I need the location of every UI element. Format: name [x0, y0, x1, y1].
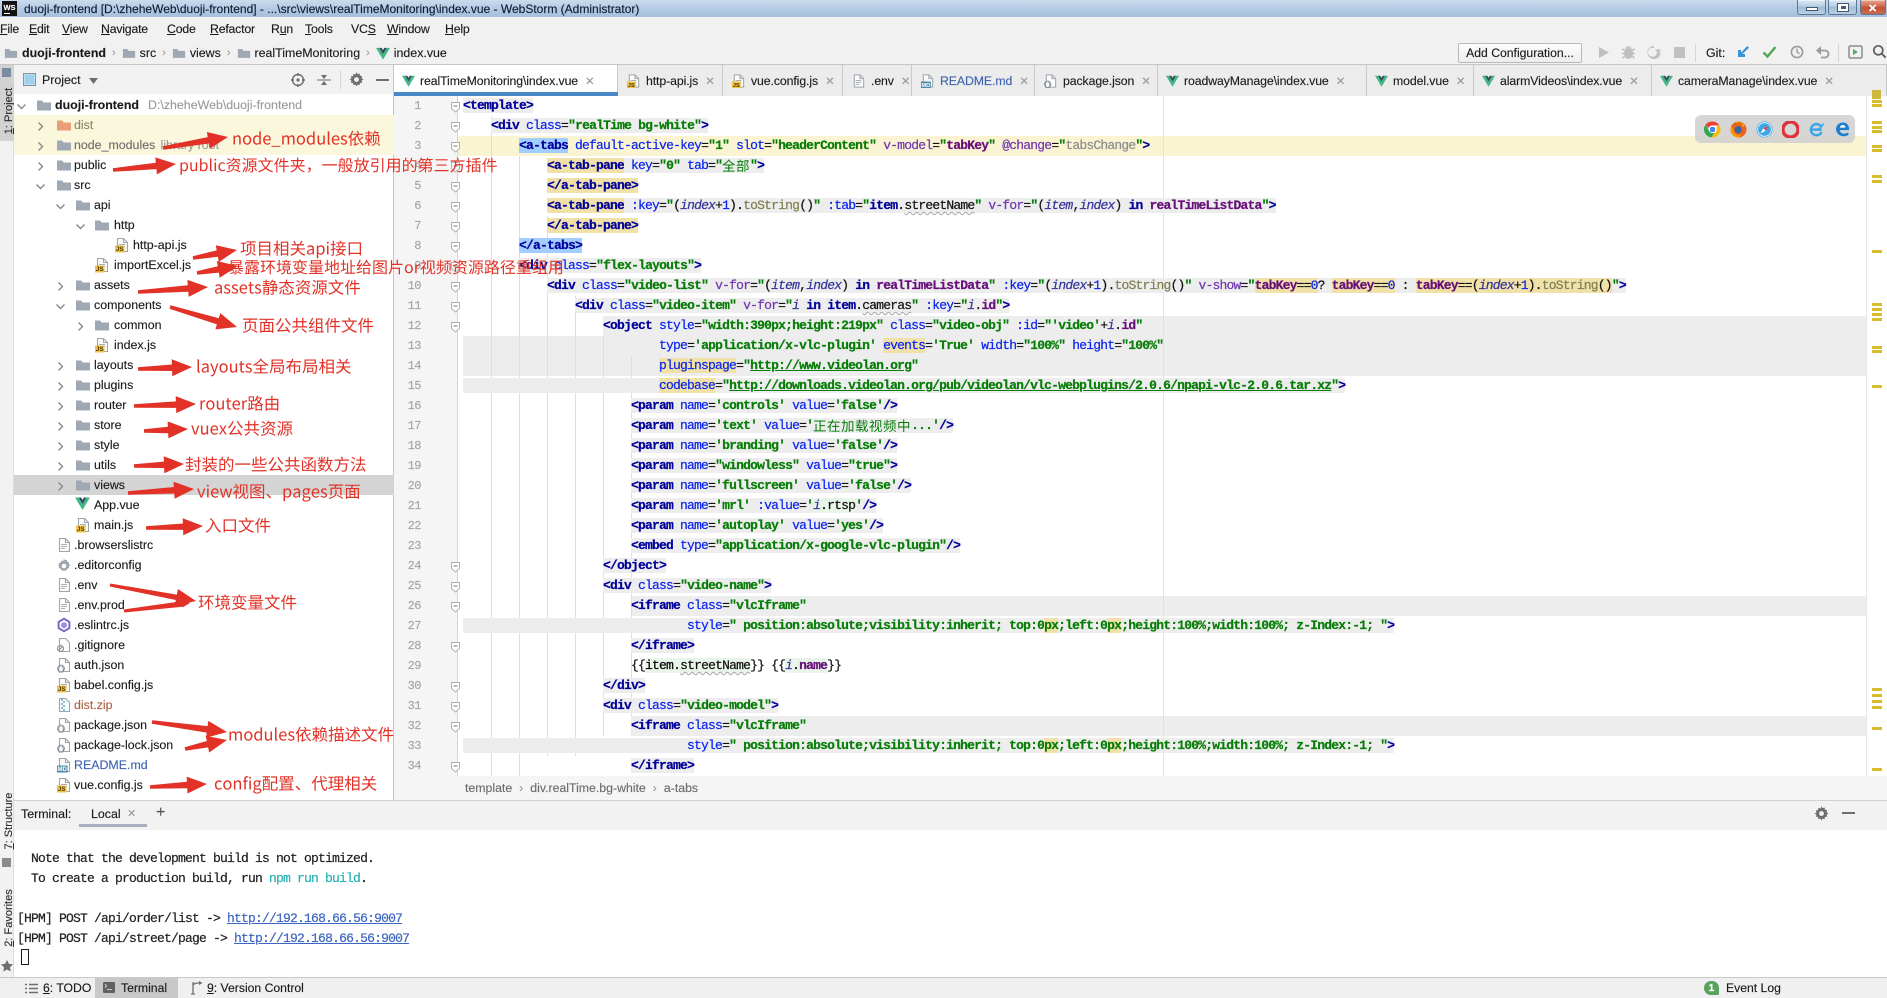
svg-text:{}: {} — [1044, 81, 1051, 88]
svg-text:{}: {} — [57, 746, 65, 753]
svg-text:MD: MD — [921, 82, 930, 88]
svg-text:JS: JS — [77, 526, 85, 533]
svg-text:JS: JS — [58, 786, 66, 793]
svg-text:MD: MD — [58, 767, 68, 773]
svg-text:{}: {} — [57, 726, 65, 733]
svg-text:JS: JS — [96, 266, 104, 273]
svg-text:JS: JS — [116, 246, 124, 253]
svg-text:JS: JS — [628, 82, 635, 88]
svg-text:JS: JS — [96, 346, 104, 353]
svg-text:JS: JS — [733, 82, 740, 88]
svg-text:JS: JS — [58, 686, 66, 693]
svg-text:{}: {} — [57, 666, 65, 673]
